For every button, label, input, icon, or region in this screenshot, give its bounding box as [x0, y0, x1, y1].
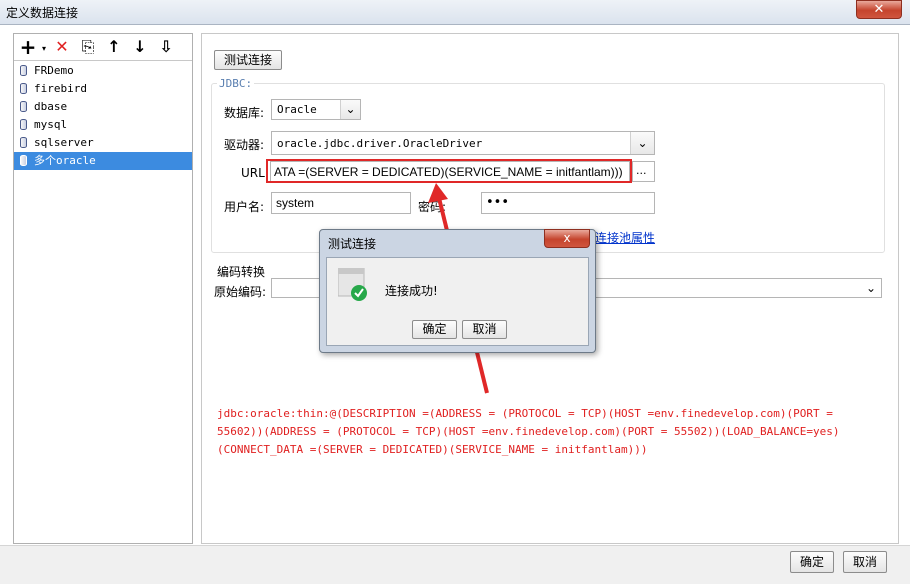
password-input[interactable]: ••• [481, 192, 655, 214]
password-label: 密码: [418, 200, 447, 214]
url-highlight-box [266, 159, 632, 183]
list-item[interactable]: mysql [14, 116, 192, 134]
dialog-body: 连接成功! 确定 取消 [326, 257, 589, 346]
chevron-down-icon[interactable]: ⌄ [630, 132, 654, 154]
jdbc-group-label: JDBC: [217, 77, 255, 90]
test-connection-button[interactable]: 测试连接 [214, 50, 282, 70]
list-item[interactable]: firebird [14, 80, 192, 98]
test-connection-dialog: 测试连接 x 连接成功! 确定 取消 [319, 229, 596, 353]
dialog-close-button[interactable]: x [544, 229, 590, 248]
dialog-title: 测试连接 [328, 237, 377, 251]
database-icon [20, 65, 27, 76]
sort-button[interactable]: ⇩ [156, 37, 176, 57]
pool-properties-link[interactable]: 连接池属性 [595, 229, 655, 246]
window-close-button[interactable]: ✕ [856, 0, 902, 19]
driver-label: 驱动器: [224, 138, 265, 152]
database-icon [20, 83, 27, 94]
delete-connection-button[interactable]: ✕ [52, 37, 72, 57]
copy-connection-button[interactable]: ⎘ [78, 37, 98, 57]
connection-list-panel: + ▾ ✕ ⎘ ↑ ↓ ⇩ FRDemo firebird dbase mysq… [13, 33, 193, 544]
window-title-bar: 定义数据连接 ✕ [0, 0, 910, 25]
footer-bar [0, 545, 910, 584]
username-label: 用户名: [224, 200, 265, 214]
connection-list: FRDemo firebird dbase mysql sqlserver 多个… [14, 62, 192, 170]
database-icon [20, 155, 27, 166]
username-input[interactable]: system [271, 192, 411, 214]
window-title: 定义数据连接 [6, 6, 79, 20]
chevron-down-icon[interactable]: ⌄ [340, 100, 360, 119]
url-label: URL: [241, 166, 269, 180]
jdbc-url-annotation: jdbc:oracle:thin:@(DESCRIPTION =(ADDRESS… [217, 407, 840, 456]
list-item[interactable]: FRDemo [14, 62, 192, 80]
database-label: 数据库: [224, 106, 265, 120]
connection-toolbar: + ▾ ✕ ⎘ ↑ ↓ ⇩ [14, 34, 192, 61]
add-dropdown-icon[interactable]: ▾ [34, 37, 54, 57]
list-item[interactable]: sqlserver [14, 134, 192, 152]
database-icon [20, 101, 27, 112]
chevron-down-icon[interactable]: ⌄ [861, 279, 881, 297]
list-item-selected[interactable]: 多个oracle [14, 152, 192, 170]
database-select[interactable]: Oracle ⌄ [271, 99, 361, 120]
dialog-ok-button[interactable]: 确定 [412, 320, 457, 339]
dialog-cancel-button[interactable]: 取消 [462, 320, 507, 339]
move-up-button[interactable]: ↑ [104, 37, 124, 57]
cancel-button[interactable]: 取消 [843, 551, 887, 573]
database-icon [20, 137, 27, 148]
raw-encoding-label: 原始编码: [214, 285, 267, 299]
driver-select[interactable]: oracle.jdbc.driver.OracleDriver ⌄ [271, 131, 655, 155]
encoding-section-label: 编码转换 [217, 265, 266, 279]
url-browse-button[interactable]: ... [632, 161, 655, 182]
ok-button[interactable]: 确定 [790, 551, 834, 573]
move-down-button[interactable]: ↓ [130, 37, 150, 57]
success-icon [338, 268, 367, 301]
dialog-message: 连接成功! [385, 284, 438, 298]
list-item[interactable]: dbase [14, 98, 192, 116]
database-icon [20, 119, 27, 130]
